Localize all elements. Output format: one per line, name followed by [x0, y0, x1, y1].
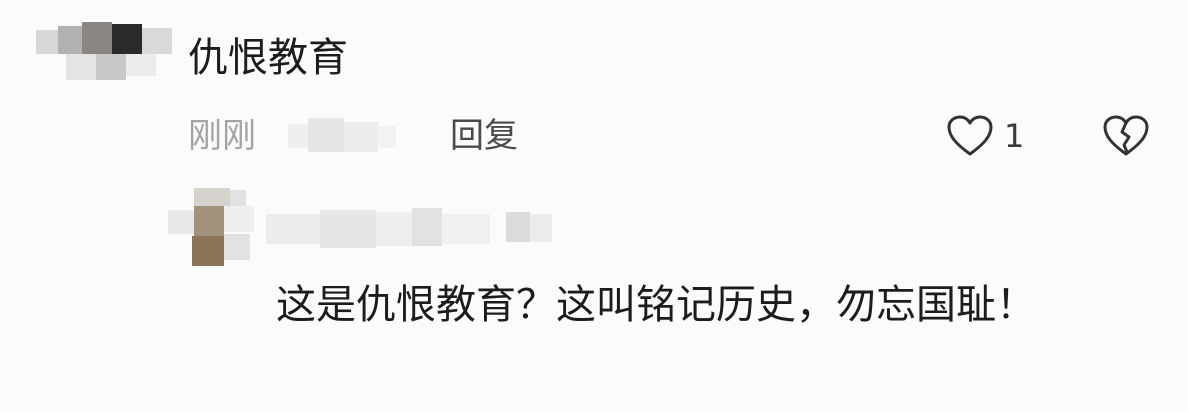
censored-avatar: [164, 188, 266, 268]
like-count: 1: [1004, 117, 1025, 155]
censored-username: [36, 22, 174, 84]
reply-text: 这是仇恨教育？这叫铭记历史，勿忘国耻！: [276, 282, 1036, 328]
broken-heart-icon: [1103, 115, 1149, 156]
censored-location: [288, 118, 398, 154]
comment-timestamp: 刚刚: [188, 116, 256, 156]
dislike-button[interactable]: [1102, 114, 1150, 158]
reply-button[interactable]: 回复: [450, 112, 518, 160]
censored-reply-username: [266, 206, 556, 256]
comment-text: 仇恨教育: [188, 35, 348, 81]
heart-outline-icon: [947, 115, 993, 156]
comment-meta-row: 刚刚 回复 1: [188, 112, 1150, 160]
like-button[interactable]: 1: [946, 112, 1036, 160]
